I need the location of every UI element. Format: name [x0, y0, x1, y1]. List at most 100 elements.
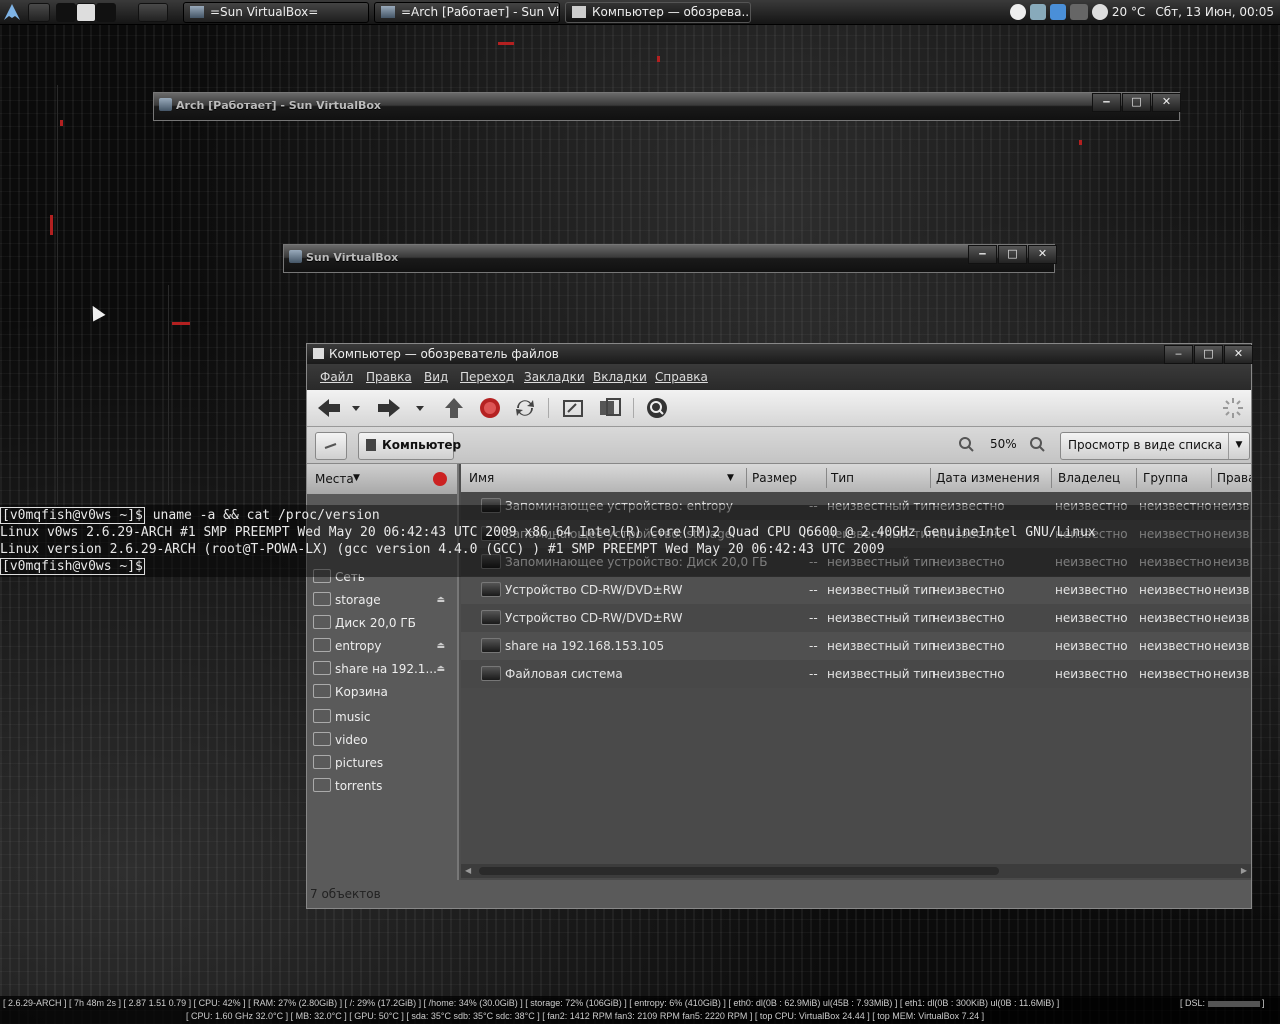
- menu-tabs[interactable]: Вкладки: [593, 370, 647, 384]
- forward-arrow-icon[interactable]: [375, 396, 403, 420]
- menu-go[interactable]: Переход: [460, 370, 514, 384]
- window-titlebar[interactable]: Компьютер — обозреватель файлов ‒ □ ✕: [307, 344, 1253, 364]
- sidebar-item[interactable]: Диск 20,0 ГБ: [309, 612, 455, 634]
- column-header-permissions[interactable]: Права: [1217, 471, 1251, 485]
- up-arrow-icon[interactable]: [441, 396, 467, 420]
- table-row[interactable]: Устройство CD-RW/DVD±RW -- неизвестный тип…: [461, 604, 1251, 632]
- column-header-date[interactable]: Дата изменения: [936, 471, 1040, 485]
- weather-icon[interactable]: [1091, 4, 1108, 20]
- sidebar-item[interactable]: video: [309, 729, 455, 751]
- cursor-tool-icon[interactable]: [1049, 4, 1066, 20]
- table-row[interactable]: share на 192.168.153.105 -- неизвестный ти…: [461, 632, 1251, 660]
- workspace-3-button[interactable]: [96, 3, 116, 22]
- menu-edit[interactable]: Правка: [366, 370, 412, 384]
- column-separator[interactable]: [930, 468, 931, 488]
- column-separator[interactable]: [746, 468, 747, 488]
- column-header-size[interactable]: Размер: [752, 471, 797, 485]
- cell-owner: неизвестно: [1055, 583, 1128, 597]
- forward-history-chevron-icon[interactable]: [411, 396, 429, 420]
- window-arch-vm-shaded[interactable]: Arch [Работает] - Sun VirtualBox ‒ □ ✕: [153, 92, 1181, 121]
- computer-icon: [366, 439, 376, 451]
- eject-icon[interactable]: ⏏: [436, 635, 445, 657]
- sort-chevron-icon[interactable]: ▼: [727, 473, 734, 483]
- chevron-down-icon[interactable]: ▼: [353, 473, 360, 483]
- taskbar-item-file-manager[interactable]: Компьютер — обозрева...: [565, 2, 751, 23]
- column-separator[interactable]: [826, 468, 827, 488]
- terminal-command: uname -a && cat /proc/version: [144, 508, 380, 523]
- sidebar-item[interactable]: entropy ⏏: [309, 635, 455, 657]
- column-header-group[interactable]: Группа: [1143, 471, 1188, 485]
- maximize-button[interactable]: □: [1122, 93, 1151, 112]
- show-desktop-button[interactable]: [28, 3, 50, 22]
- computer-icon[interactable]: [597, 396, 623, 420]
- stop-icon[interactable]: [477, 396, 503, 420]
- eject-icon[interactable]: ⏏: [436, 589, 445, 611]
- sidebar-item[interactable]: Корзина: [309, 681, 455, 703]
- terminal-output-line: Linux v0ws 2.6.29-ARCH #1 SMP PREEMPT We…: [0, 525, 1096, 540]
- volume-icon[interactable]: [1069, 4, 1088, 20]
- minimize-button[interactable]: ‒: [1092, 93, 1121, 112]
- column-header-name[interactable]: Имя: [469, 471, 494, 485]
- cell-type: неизвестный тип: [827, 583, 937, 597]
- home-folder-icon[interactable]: [560, 396, 586, 420]
- close-sidebar-icon[interactable]: [433, 472, 447, 486]
- zoom-out-icon[interactable]: [958, 436, 974, 452]
- sidebar-item[interactable]: pictures: [309, 752, 455, 774]
- scroll-right-arrow-icon[interactable]: ▶: [1241, 866, 1247, 875]
- view-mode-select[interactable]: Просмотр в виде списка ▼: [1060, 432, 1250, 460]
- column-header-type[interactable]: Тип: [831, 471, 854, 485]
- table-row[interactable]: Файловая система -- неизвестный тип неизвес…: [461, 660, 1251, 688]
- minimize-button[interactable]: ‒: [1164, 345, 1193, 364]
- arch-logo-icon: [4, 4, 20, 20]
- sidebar-item[interactable]: storage ⏏: [309, 589, 455, 611]
- taskbar-item-arch-vm[interactable]: =Arch [Работает] - Sun Vi...: [374, 2, 560, 23]
- workspace-1-button[interactable]: [56, 3, 76, 22]
- window-list-button[interactable]: [138, 3, 168, 22]
- network-share-icon: [481, 638, 501, 653]
- close-button[interactable]: ✕: [1028, 245, 1057, 264]
- minimize-button[interactable]: ‒: [968, 245, 997, 264]
- folder-icon: [313, 709, 331, 723]
- close-button[interactable]: ✕: [1224, 345, 1253, 364]
- weather-temperature[interactable]: 20 °C: [1112, 5, 1145, 19]
- sidebar-item[interactable]: torrents: [309, 775, 455, 797]
- terminal-output[interactable]: [v0mqfish@v0ws ~]$ uname -a && cat /proc…: [0, 507, 1250, 575]
- network-icon[interactable]: [1029, 4, 1046, 20]
- eject-icon[interactable]: ⏏: [436, 658, 445, 680]
- column-header-owner[interactable]: Владелец: [1058, 471, 1120, 485]
- maximize-button[interactable]: □: [998, 245, 1027, 264]
- menu-view[interactable]: Вид: [424, 370, 448, 384]
- horizontal-scrollbar[interactable]: ◀ ▶: [461, 864, 1251, 878]
- table-row[interactable]: Устройство CD-RW/DVD±RW -- неизвестный тип…: [461, 576, 1251, 604]
- search-icon[interactable]: [644, 396, 670, 420]
- back-history-chevron-icon[interactable]: [347, 396, 365, 420]
- column-separator[interactable]: [1136, 468, 1137, 488]
- arch-menu-button[interactable]: [2, 3, 22, 20]
- sidebar-header-label[interactable]: Места: [315, 472, 354, 486]
- taskbar-item-virtualbox[interactable]: =Sun VirtualBox=: [183, 2, 369, 23]
- menu-bookmarks[interactable]: Закладки: [524, 370, 585, 384]
- column-separator[interactable]: [1051, 468, 1052, 488]
- scroll-left-arrow-icon[interactable]: ◀: [465, 866, 471, 875]
- reload-icon[interactable]: [512, 396, 538, 420]
- breadcrumb-computer[interactable]: Компьютер: [358, 432, 461, 460]
- ubuntu-one-icon[interactable]: [1009, 4, 1026, 20]
- path-toggle-button[interactable]: [315, 432, 347, 460]
- menubar: Файл Правка Вид Переход Закладки Вкладки…: [307, 364, 1251, 390]
- sidebar-item[interactable]: music: [309, 706, 455, 728]
- menu-file[interactable]: Файл: [320, 370, 353, 384]
- menu-help[interactable]: Справка: [655, 370, 708, 384]
- clock[interactable]: Сбт, 13 Июн, 00:05: [1155, 5, 1274, 19]
- close-button[interactable]: ✕: [1152, 93, 1181, 112]
- window-virtualbox-shaded[interactable]: Sun VirtualBox ‒ □ ✕: [283, 244, 1057, 273]
- zoom-in-icon[interactable]: [1029, 436, 1045, 452]
- maximize-button[interactable]: □: [1194, 345, 1223, 364]
- scroll-thumb[interactable]: [479, 867, 999, 875]
- window-title: Компьютер — обозреватель файлов: [329, 347, 559, 361]
- back-arrow-icon[interactable]: [315, 396, 343, 420]
- sidebar-item[interactable]: share на 192.1... ⏏: [309, 658, 455, 680]
- sidebar-header[interactable]: Места ▼: [307, 464, 457, 494]
- column-separator[interactable]: [1211, 468, 1212, 488]
- zoom-level[interactable]: 50%: [990, 437, 1017, 451]
- workspace-2-button[interactable]: [76, 3, 96, 22]
